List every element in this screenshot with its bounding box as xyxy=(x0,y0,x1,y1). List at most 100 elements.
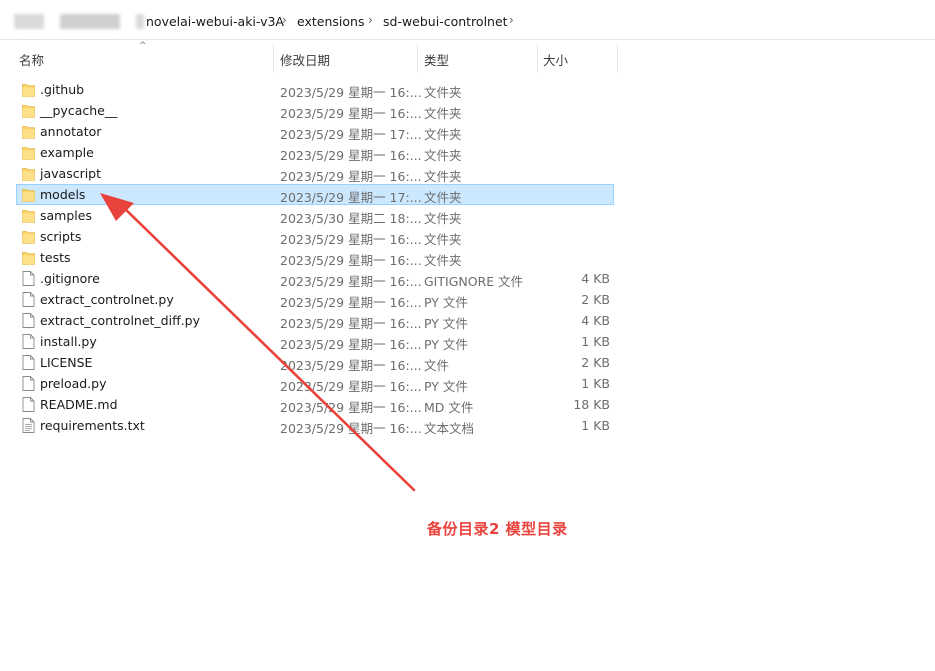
file-icon xyxy=(22,271,35,286)
breadcrumb-item[interactable]: novelai-webui-aki-v3A xyxy=(146,14,284,29)
file-date: 2023/5/30 星期二 18:... xyxy=(280,211,422,226)
folder-icon xyxy=(22,166,35,181)
file-row[interactable]: __pycache__ 2023/5/29 星期一 16:... 文件夹 xyxy=(16,100,614,121)
file-date: 2023/5/29 星期一 16:... xyxy=(280,106,422,121)
column-divider[interactable] xyxy=(537,45,538,73)
file-row[interactable]: tests 2023/5/29 星期一 16:... 文件夹 xyxy=(16,247,614,268)
file-row[interactable]: .github 2023/5/29 星期一 16:... 文件夹 xyxy=(16,79,614,100)
file-size: 1 KB xyxy=(581,334,610,349)
folder-icon xyxy=(22,229,35,244)
breadcrumb-separator-icon[interactable]: › xyxy=(509,13,514,27)
file-date: 2023/5/29 星期一 16:... xyxy=(280,316,422,331)
folder-icon xyxy=(22,103,35,118)
redacted-path-segment xyxy=(136,14,144,29)
file-row[interactable]: extract_controlnet_diff.py 2023/5/29 星期一 … xyxy=(16,310,614,331)
column-divider[interactable] xyxy=(417,45,418,73)
folder-icon xyxy=(22,82,35,97)
file-size: 2 KB xyxy=(581,292,610,307)
file-row[interactable]: LICENSE 2023/5/29 星期一 16:... 文件 2 KB xyxy=(16,352,614,373)
file-type: 文件夹 xyxy=(424,211,462,226)
file-date: 2023/5/29 星期一 16:... xyxy=(280,274,422,289)
breadcrumb-item[interactable]: sd-webui-controlnet xyxy=(383,14,508,29)
file-date: 2023/5/29 星期一 16:... xyxy=(280,295,422,310)
file-icon xyxy=(22,376,35,391)
file-name: LICENSE xyxy=(40,355,93,370)
file-icon xyxy=(22,397,35,412)
file-date: 2023/5/29 星期一 17:... xyxy=(280,190,422,205)
folder-icon xyxy=(22,208,35,223)
file-size: 2 KB xyxy=(581,355,610,370)
file-name: preload.py xyxy=(40,376,107,391)
folder-icon xyxy=(22,145,35,160)
file-row[interactable]: requirements.txt 2023/5/29 星期一 16:... 文本文档… xyxy=(16,415,614,436)
file-row[interactable]: .gitignore 2023/5/29 星期一 16:... GITIGNORE … xyxy=(16,268,614,289)
file-type: 文件 xyxy=(424,358,450,373)
file-type: PY 文件 xyxy=(424,337,468,352)
file-date: 2023/5/29 星期一 16:... xyxy=(280,148,422,163)
annotation-text: 备份目录2 模型目录 xyxy=(427,520,568,538)
file-date: 2023/5/29 星期一 17:... xyxy=(280,127,422,142)
file-date: 2023/5/29 星期一 16:... xyxy=(280,379,422,394)
file-size: 1 KB xyxy=(581,418,610,433)
column-divider[interactable] xyxy=(273,45,274,73)
file-date: 2023/5/29 星期一 16:... xyxy=(280,85,422,100)
file-name: models xyxy=(40,187,86,202)
file-row[interactable]: preload.py 2023/5/29 星期一 16:... PY 文件 1 KB xyxy=(16,373,614,394)
file-row[interactable]: javascript 2023/5/29 星期一 16:... 文件夹 xyxy=(16,163,614,184)
file-name: tests xyxy=(40,250,71,265)
folder-icon xyxy=(22,124,35,139)
file-name: __pycache__ xyxy=(40,103,118,118)
file-name: annotator xyxy=(40,124,102,139)
file-icon xyxy=(22,313,35,328)
file-type: PY 文件 xyxy=(424,295,468,310)
file-size: 4 KB xyxy=(581,313,610,328)
file-name: install.py xyxy=(40,334,97,349)
file-name: extract_controlnet.py xyxy=(40,292,174,307)
text-document-icon xyxy=(22,418,35,433)
breadcrumb-item[interactable]: extensions xyxy=(297,14,364,29)
file-type: 文本文档 xyxy=(424,421,475,436)
sort-ascending-icon: ^ xyxy=(139,41,147,51)
file-type: GITIGNORE 文件 xyxy=(424,274,524,289)
file-row[interactable]: install.py 2023/5/29 星期一 16:... PY 文件 1 KB xyxy=(16,331,614,352)
file-size: 18 KB xyxy=(573,397,610,412)
file-name: example xyxy=(40,145,94,160)
file-type: 文件夹 xyxy=(424,148,462,163)
file-icon xyxy=(22,292,35,307)
file-date: 2023/5/29 星期一 16:... xyxy=(280,337,422,352)
file-type: 文件夹 xyxy=(424,190,462,205)
file-type: 文件夹 xyxy=(424,85,462,100)
file-row[interactable]: models 2023/5/29 星期一 17:... 文件夹 xyxy=(16,184,614,205)
breadcrumb-separator-icon[interactable]: › xyxy=(282,13,287,27)
file-date: 2023/5/29 星期一 16:... xyxy=(280,253,422,268)
file-icon xyxy=(22,334,35,349)
file-type: 文件夹 xyxy=(424,169,462,184)
column-divider[interactable] xyxy=(617,45,618,73)
file-name: javascript xyxy=(40,166,102,181)
file-row[interactable]: extract_controlnet.py 2023/5/29 星期一 16:..… xyxy=(16,289,614,310)
file-date: 2023/5/29 星期一 16:... xyxy=(280,421,422,436)
file-date: 2023/5/29 星期一 16:... xyxy=(280,400,422,415)
file-row[interactable]: annotator 2023/5/29 星期一 17:... 文件夹 xyxy=(16,121,614,142)
file-name: requirements.txt xyxy=(40,418,145,433)
redacted-path-segment xyxy=(60,14,120,29)
file-size: 1 KB xyxy=(581,376,610,391)
file-name: .github xyxy=(40,82,85,97)
redacted-path-segment xyxy=(14,14,44,29)
file-type: 文件夹 xyxy=(424,127,462,142)
address-bar[interactable]: novelai-webui-aki-v3A › extensions › sd-… xyxy=(0,0,935,40)
file-row[interactable]: samples 2023/5/30 星期二 18:... 文件夹 xyxy=(16,205,614,226)
folder-icon xyxy=(22,187,35,202)
file-size: 4 KB xyxy=(581,271,610,286)
folder-icon xyxy=(22,250,35,265)
file-name: README.md xyxy=(40,397,118,412)
file-row[interactable]: scripts 2023/5/29 星期一 16:... 文件夹 xyxy=(16,226,614,247)
file-name: .gitignore xyxy=(40,271,100,286)
file-row[interactable]: example 2023/5/29 星期一 16:... 文件夹 xyxy=(16,142,614,163)
file-row[interactable]: README.md 2023/5/29 星期一 16:... MD 文件 18 KB xyxy=(16,394,614,415)
file-name: extract_controlnet_diff.py xyxy=(40,313,201,328)
file-name: scripts xyxy=(40,229,82,244)
file-type: PY 文件 xyxy=(424,379,468,394)
file-type: 文件夹 xyxy=(424,232,462,247)
breadcrumb-separator-icon[interactable]: › xyxy=(368,13,373,27)
